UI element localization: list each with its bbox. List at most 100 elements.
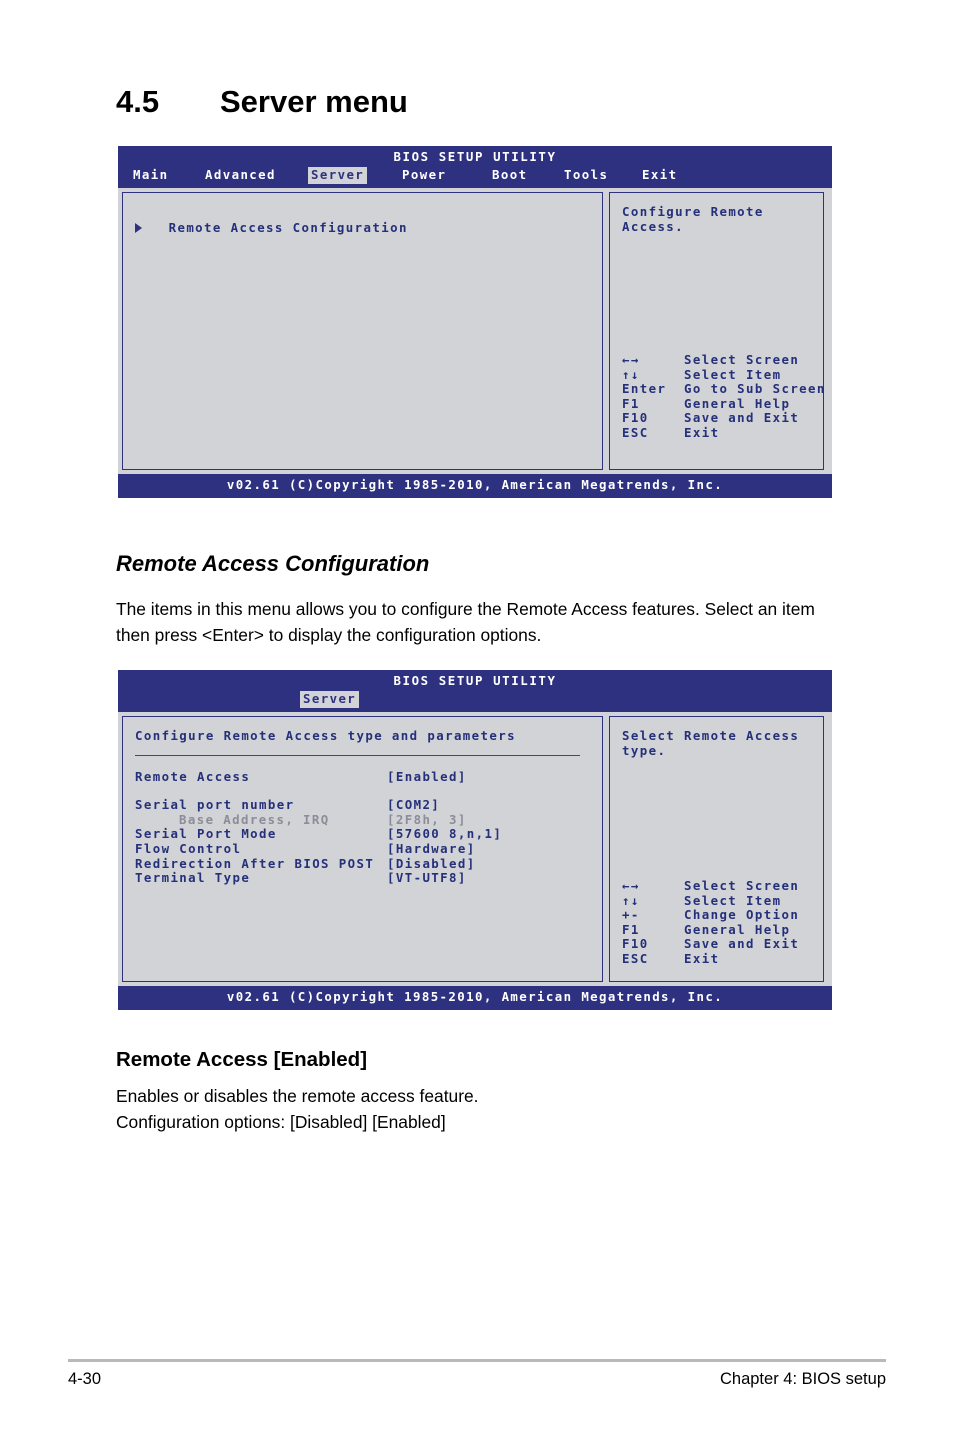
bios-help-text: Configure Remote Access. <box>622 204 764 234</box>
bios-copyright-footer-2: v02.61 (C)Copyright 1985-2010, American … <box>118 986 832 1010</box>
bios-key-legend-2: ←→ Select Screen ↑↓ Select Item +- Change Opt… <box>622 878 800 967</box>
bios-key-action: General Help <box>684 921 791 937</box>
bios-key-name: ←→ <box>622 878 640 893</box>
page-title: 4.5 Server menu <box>116 84 876 120</box>
divider <box>135 754 580 756</box>
bios-tab-server-2[interactable]: Server <box>300 691 360 708</box>
section-number: 4.5 <box>116 84 160 119</box>
bios-key-legend-row: Enter Go to Sub Screen <box>622 381 826 397</box>
bios-menu-tabs-2: Server <box>118 691 832 709</box>
bios-setting-label: Remote Access <box>135 768 251 784</box>
bios-key-legend-row: +- Change Option <box>622 907 800 923</box>
bios-submenu-item-label: Remote Access Configuration <box>168 220 408 235</box>
bios-key-name: F10 <box>622 410 649 426</box>
bios-main-pane: Remote Access Configuration <box>122 192 603 470</box>
bios-title-bar-2: BIOS SETUP UTILITY Server <box>118 670 832 712</box>
paragraph-remote-access-intro: The items in this menu allows you to con… <box>116 599 815 645</box>
bios-body: Remote Access Configuration Configure Re… <box>118 188 832 474</box>
bios-key-action: Save and Exit <box>684 410 800 426</box>
bios-key-legend-row: ESC Exit <box>622 424 826 441</box>
bios-setting-label: Base Address, IRQ <box>179 811 330 827</box>
bios-key-name: +- <box>622 907 640 923</box>
bios-key-name: F1 <box>622 395 640 411</box>
bios-setting-label: Serial port number <box>135 797 295 813</box>
bios-key-legend-row: F1 General Help <box>622 395 826 412</box>
bios-tab-main[interactable]: Main <box>130 167 171 184</box>
bios-key-name: ↑↓ <box>622 892 640 908</box>
subheading-remote-access-enabled: Remote Access [Enabled] <box>116 1048 368 1071</box>
bios-setting-value[interactable]: [Hardware] <box>387 841 476 857</box>
bios-key-name: ESC <box>622 950 649 966</box>
chapter-label: Chapter 4: BIOS setup <box>719 1370 886 1388</box>
bios-key-name: ←→ <box>622 352 640 367</box>
bios-submenu-item[interactable]: Remote Access Configuration <box>135 220 592 236</box>
bios-setting-label: Serial Port Mode <box>135 826 277 842</box>
bios-setting-value[interactable]: [Enabled] <box>387 769 467 785</box>
bios-key-action: Select Screen <box>684 878 800 893</box>
bios-key-action: Select Item <box>684 892 782 908</box>
subheading-remote-access-configuration: Remote Access Configuration <box>116 551 430 576</box>
bios-setting-label: Flow Control <box>135 840 242 856</box>
bios-pane-title: Configure Remote Access type and paramet… <box>135 728 516 743</box>
page-number: 4-30 <box>68 1370 102 1388</box>
bios-setting-label: Redirection After BIOS POST <box>135 855 375 871</box>
bios-setting-row[interactable]: Flow Control [Hardware] <box>135 840 592 857</box>
bios-key-legend-row: ↑↓ Select Item <box>622 892 799 909</box>
bios-setting-value[interactable]: [57600 8,n,1] <box>387 827 502 842</box>
bios-menu-tabs: Main Advanced Server Power Boot Tools Exit <box>118 167 832 185</box>
bios-setting-value[interactable]: [COM2] <box>387 798 440 813</box>
bios-key-action: Exit <box>684 424 720 440</box>
bios-key-legend-row: F1 General Help <box>622 921 799 938</box>
bios-key-name: ESC <box>622 424 649 440</box>
bios-tab-tools[interactable]: Tools <box>561 167 611 184</box>
bios-key-legend: ←→ Select Screen ↑↓ Select Item Enter Go to S… <box>622 352 826 441</box>
bios-key-legend-row: ←→ Select Screen <box>622 878 800 894</box>
bios-key-name: ↑↓ <box>622 366 640 382</box>
bios-copyright-footer: v02.61 (C)Copyright 1985-2010, American … <box>118 474 832 498</box>
bios-setting-row[interactable]: Redirection After BIOS POST [Disabled] <box>135 855 592 872</box>
bios-key-action: Exit <box>684 950 720 966</box>
bios-key-action: General Help <box>684 395 791 411</box>
bios-setting-row[interactable]: Terminal Type [VT-UTF8] <box>135 871 592 886</box>
bios-setting-value[interactable]: [Disabled] <box>387 856 476 872</box>
bios-setting-row[interactable]: Serial port number [COM2] <box>135 798 592 813</box>
bios-utility-title: BIOS SETUP UTILITY <box>393 149 557 164</box>
bios-key-name: Enter <box>622 381 667 397</box>
bios-setting-row[interactable]: Base Address, IRQ [2F8h, 3] <box>135 811 592 828</box>
bios-key-action: Go to Sub Screen <box>684 381 826 397</box>
section-title: Server menu <box>220 84 408 119</box>
bios-key-action: Select Screen <box>684 352 800 367</box>
footer-divider <box>68 1359 886 1362</box>
bios-menu-list: Remote Access Configuration <box>135 220 592 236</box>
bios-screen-remote-access-config: BIOS SETUP UTILITY Server Configure Remo… <box>118 670 832 1010</box>
bios-key-legend-row: F10 Save and Exit <box>622 937 799 952</box>
bios-setting-row[interactable]: Serial Port Mode [57600 8,n,1] <box>135 827 592 842</box>
submenu-arrow-icon <box>135 222 142 233</box>
bios-key-legend-row: ←→ Select Screen <box>622 352 826 368</box>
bios-utility-title-2: BIOS SETUP UTILITY <box>393 673 557 688</box>
paragraph-remote-access-desc-line1: Enables or disables the remote access fe… <box>116 1086 479 1106</box>
bios-setting-label: Terminal Type <box>135 870 251 886</box>
bios-setting-value[interactable]: [2F8h, 3] <box>387 812 467 828</box>
bios-screen-server-menu: BIOS SETUP UTILITY Main Advanced Server Pow… <box>118 146 832 498</box>
bios-tab-advanced[interactable]: Advanced <box>202 167 279 184</box>
paragraph-remote-access-desc-line2: Configuration options: [Disabled] [Enabl… <box>116 1112 446 1132</box>
bios-key-action: Select Item <box>684 366 782 382</box>
bios-key-action: Change Option <box>684 907 800 923</box>
bios-settings-list: Remote Access [Enabled] Serial port number… <box>135 768 592 886</box>
bios-key-legend-row: ↑↓ Select Item <box>622 366 826 383</box>
bios-title-bar: BIOS SETUP UTILITY Main Advanced Server Pow… <box>118 146 832 188</box>
bios-key-action: Save and Exit <box>684 936 800 952</box>
bios-key-name: F10 <box>622 936 649 952</box>
bios-setting-value[interactable]: [VT-UTF8] <box>387 871 467 886</box>
bios-main-pane-2: Configure Remote Access type and paramet… <box>122 716 603 982</box>
bios-tab-exit[interactable]: Exit <box>639 167 680 184</box>
bios-key-legend-row: F10 Save and Exit <box>622 411 826 426</box>
bios-tab-server[interactable]: Server <box>308 167 368 184</box>
bios-help-text-2: Select Remote Access type. <box>622 728 800 758</box>
bios-setting-row[interactable]: Remote Access [Enabled] <box>135 768 592 785</box>
bios-tab-power[interactable]: Power <box>399 167 449 184</box>
bios-key-name: F1 <box>622 921 640 937</box>
bios-tab-boot[interactable]: Boot <box>489 167 530 184</box>
bios-body-2: Configure Remote Access type and paramet… <box>118 712 832 986</box>
